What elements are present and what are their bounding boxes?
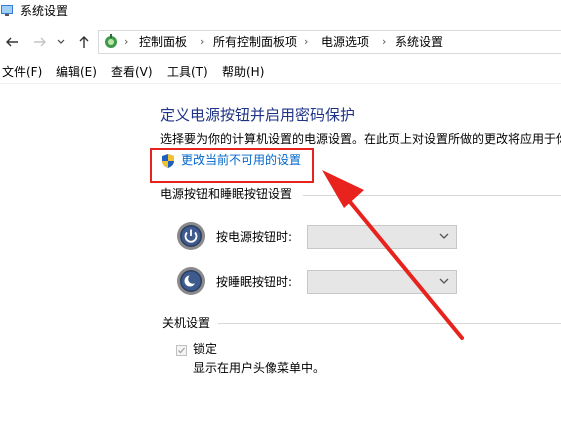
sleep-button-icon: [177, 267, 205, 295]
recent-pages-button[interactable]: [54, 30, 68, 54]
navigation-bar: › 控制面板 › 所有控制面板项 › 电源选项 › 系统设置: [0, 26, 561, 58]
breadcrumb-system-settings[interactable]: 系统设置: [395, 35, 443, 50]
sleep-button-label: 按睡眠按钮时:: [216, 275, 293, 289]
power-button-action-select[interactable]: [307, 225, 457, 249]
forward-button[interactable]: [30, 30, 50, 54]
menu-help[interactable]: 帮助(H): [222, 65, 264, 80]
group-divider: [303, 195, 561, 196]
checkmark-icon: [178, 347, 185, 354]
breadcrumb-separator: ›: [124, 35, 129, 48]
menu-edit[interactable]: 编辑(E): [56, 65, 97, 80]
up-arrow-icon: [79, 36, 89, 48]
breadcrumb-separator: ›: [304, 35, 309, 48]
back-arrow-icon: [6, 37, 18, 47]
breadcrumb-separator: ›: [200, 35, 205, 48]
breadcrumb-control-panel[interactable]: 控制面板: [139, 35, 187, 50]
lock-description: 显示在用户头像菜单中。: [193, 361, 326, 375]
group-divider: [218, 323, 561, 324]
forward-arrow-icon: [34, 37, 46, 47]
control-panel-icon: [1, 5, 13, 16]
up-button[interactable]: [74, 30, 94, 54]
power-button-label: 按电源按钮时:: [216, 230, 293, 244]
menu-tools[interactable]: 工具(T): [167, 65, 208, 80]
title-bar: 系统设置: [0, 0, 561, 24]
lock-label: 锁定: [193, 342, 218, 356]
breadcrumb-power-options[interactable]: 电源选项: [321, 35, 369, 50]
chevron-down-icon: [439, 278, 449, 284]
sleep-button-action-select[interactable]: [307, 270, 457, 294]
page-title: 定义电源按钮并启用密码保护: [160, 106, 356, 124]
address-bar[interactable]: › 控制面板 › 所有控制面板项 › 电源选项 › 系统设置: [98, 30, 561, 54]
breadcrumb-all-items[interactable]: 所有控制面板项: [213, 35, 297, 50]
chevron-down-icon: [57, 39, 65, 44]
power-button-icon: [177, 222, 205, 250]
page-description: 选择要为你的计算机设置的电源设置。在此页上对设置所做的更改将应用于你: [160, 132, 561, 146]
chevron-down-icon: [439, 233, 449, 239]
control-panel-icon: [105, 34, 117, 48]
power-group-header: 电源按钮和睡眠按钮设置: [160, 187, 293, 201]
breadcrumb-separator: ›: [382, 35, 387, 48]
shutdown-group-header: 关机设置: [162, 316, 211, 330]
annotation-highlight-box: [150, 148, 314, 183]
menu-file[interactable]: 文件(F): [2, 65, 42, 80]
menu-bar: 文件(F) 编辑(E) 查看(V) 工具(T) 帮助(H): [0, 61, 561, 84]
window-title: 系统设置: [20, 4, 69, 18]
menu-view[interactable]: 查看(V): [111, 65, 153, 80]
lock-checkbox[interactable]: [176, 345, 187, 356]
back-button[interactable]: [2, 30, 22, 54]
